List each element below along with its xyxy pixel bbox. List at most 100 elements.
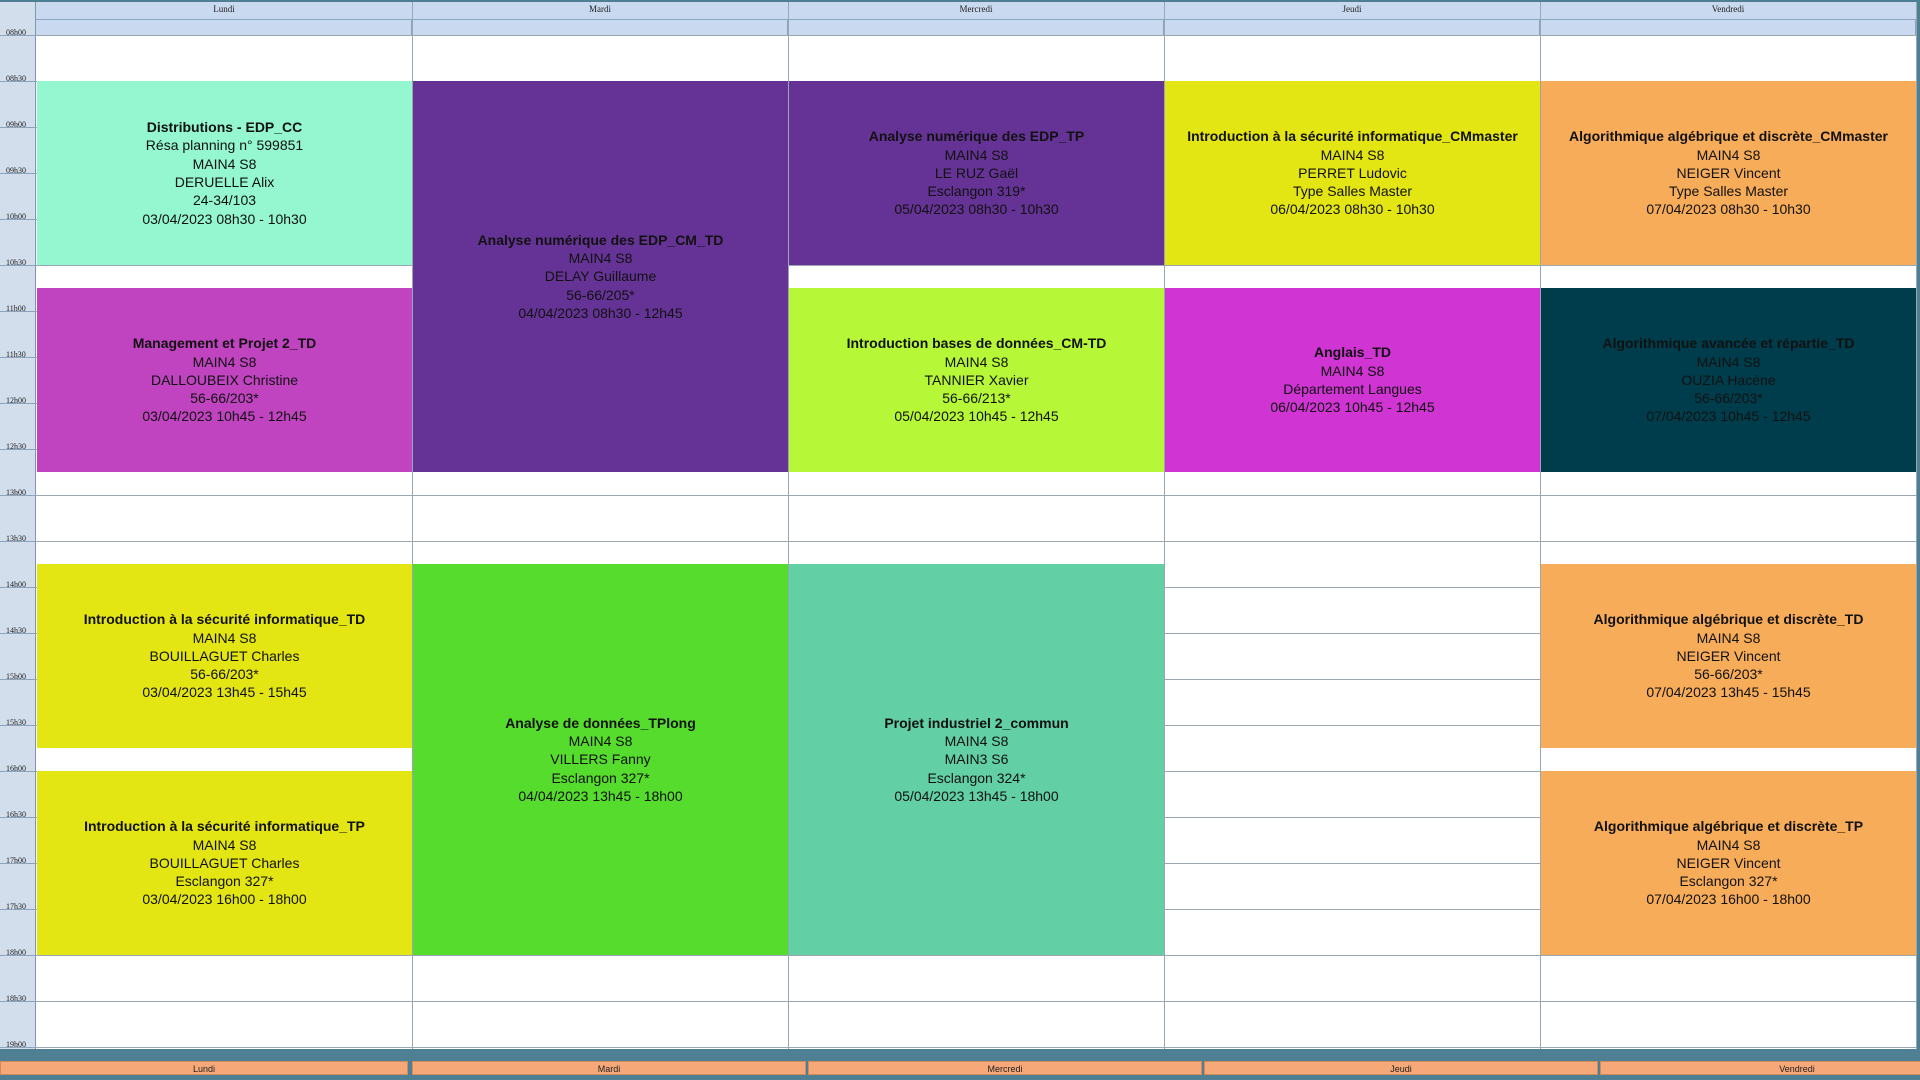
time-label: 10h00 <box>6 212 26 221</box>
course-title: Analyse numérique des EDP_CM_TD <box>477 231 724 248</box>
course-block[interactable]: Introduction à la sécurité informatique_… <box>37 771 412 955</box>
course-detail: MAIN4 S8 <box>192 155 257 172</box>
grid-hline <box>36 35 1916 36</box>
course-detail: VILLERS Fanny <box>550 751 651 768</box>
day-subheader <box>1164 19 1540 35</box>
course-detail: MAIN4 S8 <box>568 733 633 750</box>
course-block[interactable]: Algorithmique algébrique et discrète_TD M… <box>1541 564 1916 748</box>
day-header-lundi[interactable]: Lundi <box>36 2 413 19</box>
course-detail: Esclangon 327* <box>175 873 274 890</box>
course-detail: 03/04/2023 16h00 - 18h00 <box>142 891 307 908</box>
day-header-vendredi[interactable]: Vendredi <box>1540 2 1917 19</box>
day-subheader <box>412 19 788 35</box>
time-label: 15h00 <box>6 672 26 681</box>
course-detail: Type Salles Master <box>1668 183 1789 200</box>
course-detail: 56-66/205* <box>566 286 635 303</box>
time-label: 09h00 <box>6 120 26 129</box>
course-detail: Esclangon 327* <box>551 769 650 786</box>
course-block[interactable]: Introduction bases de données_CM-TD MAIN4… <box>789 288 1164 472</box>
course-block[interactable]: Algorithmique algébrique et discrète_TP M… <box>1541 771 1916 955</box>
course-detail: DALLOUBEIX Christine <box>150 371 299 388</box>
course-title: Introduction à la sécurité informatique_… <box>84 818 365 835</box>
course-block[interactable]: Analyse de données_TPlong MAIN4 S8 VILLERS… <box>413 564 788 955</box>
course-detail: Résa planning n° 599851 <box>145 137 304 154</box>
course-detail: DELAY Guillaume <box>544 268 657 285</box>
course-detail: MAIN4 S8 <box>944 353 1009 370</box>
course-detail: PERRET Ludovic <box>1298 164 1407 181</box>
day-header-mercredi[interactable]: Mercredi <box>788 2 1165 19</box>
footer-day-tab-vendredi[interactable]: Vendredi <box>1600 1061 1920 1075</box>
week-grid: Lundi Mardi Mercredi Jeudi Vendredi Distribut… <box>36 2 1917 1049</box>
course-detail: 04/04/2023 13h45 - 18h00 <box>518 787 683 804</box>
course-block[interactable]: Algorithmique avancée et répartie_TD MAIN… <box>1541 288 1916 472</box>
course-title: Distributions - EDP_CC <box>146 119 303 136</box>
course-title: Algorithmique avancée et répartie_TD <box>1602 335 1855 352</box>
course-detail: Type Salles Master <box>1292 183 1413 200</box>
day-subheader <box>36 19 412 35</box>
time-label: 11h30 <box>6 350 26 359</box>
course-block[interactable]: Algorithmique algébrique et discrète_CMm… <box>1541 81 1916 265</box>
day-subheader <box>1540 19 1916 35</box>
course-block[interactable]: Analyse numérique des EDP_CM_TD MAIN4 S8 D… <box>413 81 788 472</box>
course-block[interactable]: Projet industriel 2_commun MAIN4 S8 MAIN3 … <box>789 564 1164 955</box>
course-block[interactable]: Anglais_TD MAIN4 S8 Département Langues 06/… <box>1165 288 1540 472</box>
course-detail: 56-66/203* <box>190 666 259 683</box>
course-detail: LE RUZ Gaël <box>934 164 1019 181</box>
course-detail: 07/04/2023 08h30 - 10h30 <box>1646 201 1811 218</box>
time-label: 14h00 <box>6 580 26 589</box>
course-detail: 06/04/2023 10h45 - 12h45 <box>1270 399 1435 416</box>
course-block[interactable]: Management et Projet 2_TD MAIN4 S8 DALLOUB… <box>37 288 412 472</box>
course-block[interactable]: Distributions - EDP_CC Résa planning n° 5… <box>37 81 412 265</box>
time-label: 18h30 <box>6 994 26 1003</box>
course-title: Algorithmique algébrique et discrète_TP <box>1593 818 1864 835</box>
time-label: 08h30 <box>6 74 26 83</box>
course-title: Introduction à la sécurité informatique_… <box>83 611 366 628</box>
time-label: 16h30 <box>6 810 26 819</box>
footer-day-tab-lundi[interactable]: Lundi <box>0 1061 408 1075</box>
grid-hline <box>36 495 1916 496</box>
course-detail: MAIN3 S6 <box>944 751 1009 768</box>
time-label: 12h30 <box>6 442 26 451</box>
course-block[interactable]: Introduction à la sécurité informatique_… <box>1165 81 1540 265</box>
footer-day-tab-mardi[interactable]: Mardi <box>412 1061 806 1075</box>
course-detail: 05/04/2023 10h45 - 12h45 <box>894 408 1059 425</box>
time-label: 13h00 <box>6 488 26 497</box>
time-label: 18h00 <box>6 948 26 957</box>
time-label: 09h30 <box>6 166 26 175</box>
time-label: 08h00 <box>6 28 26 37</box>
course-title: Analyse de données_TPlong <box>505 714 696 731</box>
course-block[interactable]: Analyse numérique des EDP_TP MAIN4 S8 LE R… <box>789 81 1164 265</box>
course-detail: NEIGER Vincent <box>1676 164 1781 181</box>
course-detail: BOUILLAGUET Charles <box>149 647 300 664</box>
course-detail: Esclangon 319* <box>927 183 1026 200</box>
course-title: Anglais_TD <box>1313 344 1391 361</box>
footer-day-bar: Lundi Mardi Mercredi Jeudi Vendredi <box>0 1058 1920 1080</box>
day-header-mardi[interactable]: Mardi <box>412 2 789 19</box>
grid-hline <box>36 955 1916 956</box>
time-label: 13h30 <box>6 534 26 543</box>
course-detail: Esclangon 327* <box>1679 873 1778 890</box>
footer-day-tab-jeudi[interactable]: Jeudi <box>1204 1061 1598 1075</box>
course-detail: 05/04/2023 13h45 - 18h00 <box>894 787 1059 804</box>
course-detail: NEIGER Vincent <box>1676 647 1781 664</box>
time-label: 12h00 <box>6 396 26 405</box>
course-detail: DERUELLE Alix <box>174 174 275 190</box>
course-detail: 03/04/2023 13h45 - 15h45 <box>142 684 307 701</box>
time-column: 08h00 08h30 09h00 09h30 10h00 10h30 11h00 11h30… <box>0 2 36 1049</box>
footer-day-tab-mercredi[interactable]: Mercredi <box>808 1061 1202 1075</box>
course-detail: MAIN4 S8 <box>192 836 257 853</box>
course-title: Algorithmique algébrique et discrète_TD <box>1593 611 1864 628</box>
course-detail: MAIN4 S8 <box>1696 629 1761 646</box>
time-label: 17h00 <box>6 856 26 865</box>
course-detail: 06/04/2023 08h30 - 10h30 <box>1270 201 1435 218</box>
course-block[interactable]: Introduction à la sécurité informatique_… <box>37 564 412 748</box>
course-detail: MAIN4 S8 <box>944 733 1009 750</box>
time-label: 16h00 <box>6 764 26 773</box>
grid-hline <box>36 1001 1916 1002</box>
grid-hline <box>36 1047 1916 1048</box>
day-header-jeudi[interactable]: Jeudi <box>1164 2 1541 19</box>
grid-hline <box>36 541 1916 542</box>
course-detail: MAIN4 S8 <box>944 146 1009 163</box>
grid-vline <box>1916 2 1917 1049</box>
course-detail: MAIN4 S8 <box>1320 146 1385 163</box>
